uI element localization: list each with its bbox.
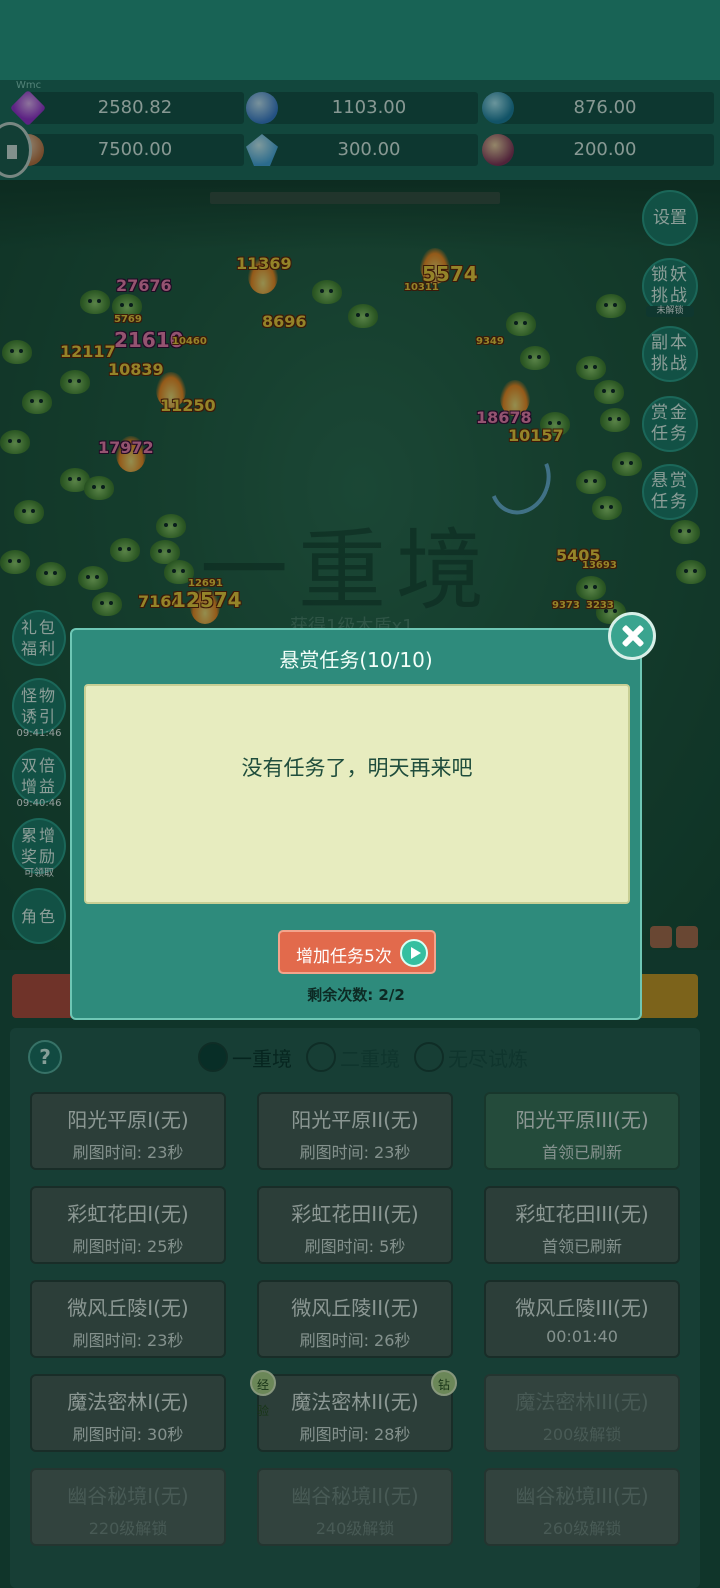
add-tasks-label: 增加任务5次 bbox=[296, 947, 392, 967]
add-tasks-button[interactable]: 增加任务5次 bbox=[278, 930, 436, 974]
play-video-icon bbox=[400, 939, 428, 967]
dialog-title: 悬赏任务(10/10) bbox=[279, 648, 433, 672]
dialog-message: 没有任务了，明天再来吧 bbox=[241, 756, 473, 780]
dialog-body: 没有任务了，明天再来吧 bbox=[84, 684, 630, 904]
close-icon[interactable] bbox=[608, 612, 656, 660]
reward-task-dialog: 悬赏任务(10/10) 没有任务了，明天再来吧 增加任务5次 剩余次数: 2/2 bbox=[70, 628, 642, 1020]
remaining-count: 剩余次数: 2/2 bbox=[307, 986, 405, 1004]
game-screen: { "resources": { "header_small": "Wmc", … bbox=[0, 0, 720, 1588]
